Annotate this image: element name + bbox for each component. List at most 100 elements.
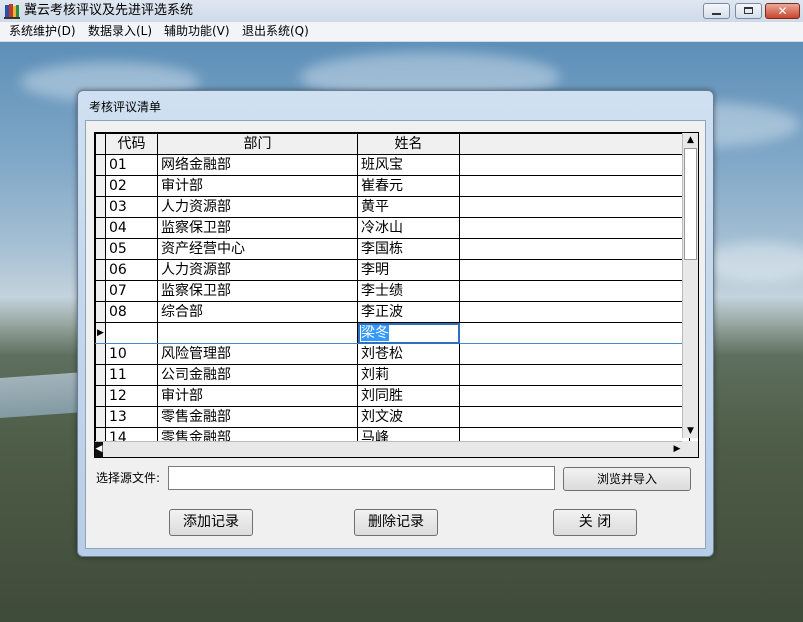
cell-extra[interactable] [459, 385, 690, 407]
cell-department[interactable]: 监察保卫部 [157, 217, 358, 239]
row-selector[interactable] [95, 343, 106, 365]
cell-department[interactable]: 零售金融部 [157, 406, 358, 428]
row-selector[interactable] [95, 175, 106, 197]
column-header-department[interactable]: 部门 [157, 133, 358, 155]
cell-name[interactable]: 崔春元 [357, 175, 460, 197]
scroll-down-arrow-icon[interactable]: ▼ [685, 424, 696, 438]
cell-code[interactable] [105, 322, 158, 344]
review-grid[interactable]: 代码 部门 姓名 01 网络金融部 班风宝 02 审计部 崔春元 03 人力资源部 黄平 04 监察… [94, 132, 699, 458]
row-selector[interactable] [95, 217, 106, 239]
cell-department[interactable]: 风险管理部 [157, 343, 358, 365]
column-header-name[interactable]: 姓名 [357, 133, 460, 155]
table-row[interactable]: 07 监察保卫部 李士绩 [95, 280, 690, 302]
row-selector[interactable] [95, 238, 106, 260]
cell-extra[interactable] [459, 217, 690, 239]
current-row-pointer-icon[interactable]: ▶ [95, 322, 106, 344]
table-row[interactable]: 04 监察保卫部 冷冰山 [95, 217, 690, 239]
horizontal-scrollbar[interactable]: ◀ ▶ [95, 441, 684, 457]
cell-name[interactable]: 梁冬 [357, 322, 460, 344]
table-row[interactable]: 11 公司金融部 刘莉 [95, 364, 690, 386]
minimize-button[interactable] [703, 3, 730, 19]
cell-extra[interactable] [459, 322, 690, 344]
cell-name[interactable]: 刘同胜 [357, 385, 460, 407]
cell-name[interactable]: 班风宝 [357, 154, 460, 176]
cell-extra[interactable] [459, 154, 690, 176]
row-selector[interactable] [95, 385, 106, 407]
menu-exit-system[interactable]: 退出系统(Q) [242, 24, 309, 39]
row-selector[interactable] [95, 364, 106, 386]
cell-department[interactable]: 监察保卫部 [157, 280, 358, 302]
table-row[interactable]: 01 网络金融部 班风宝 [95, 154, 690, 176]
cell-department[interactable]: 公司金融部 [157, 364, 358, 386]
cell-code[interactable]: 11 [105, 364, 158, 386]
cell-extra[interactable] [459, 280, 690, 302]
close-window-button[interactable]: ✕ [765, 3, 800, 19]
add-record-button[interactable]: 添加记录 [169, 509, 253, 536]
cell-name[interactable]: 冷冰山 [357, 217, 460, 239]
cell-name[interactable]: 李明 [357, 259, 460, 281]
table-row[interactable]: 03 人力资源部 黄平 [95, 196, 690, 218]
cell-extra[interactable] [459, 406, 690, 428]
row-selector[interactable] [95, 406, 106, 428]
table-row[interactable]: 08 综合部 李正波 [95, 301, 690, 323]
delete-record-button[interactable]: 删除记录 [354, 509, 438, 536]
cell-department[interactable]: 审计部 [157, 385, 358, 407]
cell-department[interactable]: 人力资源部 [157, 259, 358, 281]
cell-code[interactable]: 13 [105, 406, 158, 428]
row-selector[interactable] [95, 154, 106, 176]
maximize-button[interactable] [735, 3, 762, 19]
cell-name[interactable]: 黄平 [357, 196, 460, 218]
cell-extra[interactable] [459, 301, 690, 323]
table-row[interactable]: 12 审计部 刘同胜 [95, 385, 690, 407]
cell-name[interactable]: 李正波 [357, 301, 460, 323]
cell-department[interactable]: 审计部 [157, 175, 358, 197]
cell-name[interactable]: 刘文波 [357, 406, 460, 428]
cell-department[interactable]: 资产经营中心 [157, 238, 358, 260]
vertical-scrollbar[interactable]: ▲ ▼ [682, 133, 698, 438]
table-row[interactable]: 06 人力资源部 李明 [95, 259, 690, 281]
cell-code[interactable]: 04 [105, 217, 158, 239]
cell-department[interactable]: 综合部 [157, 301, 358, 323]
cell-extra[interactable] [459, 364, 690, 386]
cell-code[interactable]: 02 [105, 175, 158, 197]
cell-extra[interactable] [459, 175, 690, 197]
menu-system-maintenance[interactable]: 系统维护(D) [9, 24, 76, 39]
scroll-left-arrow-icon[interactable]: ◀ [95, 442, 103, 457]
table-row[interactable]: 05 资产经营中心 李国栋 [95, 238, 690, 260]
cell-code[interactable]: 12 [105, 385, 158, 407]
table-row[interactable]: 02 审计部 崔春元 [95, 175, 690, 197]
scroll-up-arrow-icon[interactable]: ▲ [685, 133, 696, 147]
row-selector[interactable] [95, 259, 106, 281]
column-header-code[interactable]: 代码 [105, 133, 158, 155]
row-selector[interactable] [95, 280, 106, 302]
cell-name[interactable]: 李国栋 [357, 238, 460, 260]
cell-code[interactable]: 10 [105, 343, 158, 365]
cell-department[interactable]: 网络金融部 [157, 154, 358, 176]
cell-code[interactable]: 05 [105, 238, 158, 260]
cell-code[interactable]: 07 [105, 280, 158, 302]
cell-extra[interactable] [459, 343, 690, 365]
selected-cell-text[interactable]: 梁冬 [361, 325, 389, 341]
cell-name[interactable]: 刘莉 [357, 364, 460, 386]
cell-code[interactable]: 08 [105, 301, 158, 323]
row-selector[interactable] [95, 301, 106, 323]
cell-department[interactable] [157, 322, 358, 344]
cell-extra[interactable] [459, 238, 690, 260]
cell-extra[interactable] [459, 259, 690, 281]
cell-name[interactable]: 李士绩 [357, 280, 460, 302]
table-row[interactable]: 13 零售金融部 刘文波 [95, 406, 690, 428]
source-file-input[interactable] [168, 466, 555, 490]
cell-name[interactable]: 刘苍松 [357, 343, 460, 365]
vertical-scroll-thumb[interactable] [684, 148, 697, 260]
table-row[interactable]: 10 风险管理部 刘苍松 [95, 343, 690, 365]
cell-code[interactable]: 03 [105, 196, 158, 218]
menu-data-entry[interactable]: 数据录入(L) [88, 24, 152, 39]
menu-auxiliary[interactable]: 辅助功能(V) [164, 24, 230, 39]
row-selector[interactable] [95, 196, 106, 218]
close-button[interactable]: 关 闭 [553, 509, 637, 536]
cell-code[interactable]: 06 [105, 259, 158, 281]
browse-import-button[interactable]: 浏览并导入 [563, 467, 691, 491]
cell-extra[interactable] [459, 196, 690, 218]
cell-code[interactable]: 01 [105, 154, 158, 176]
table-row[interactable]: ▶ 梁冬 [95, 322, 690, 344]
